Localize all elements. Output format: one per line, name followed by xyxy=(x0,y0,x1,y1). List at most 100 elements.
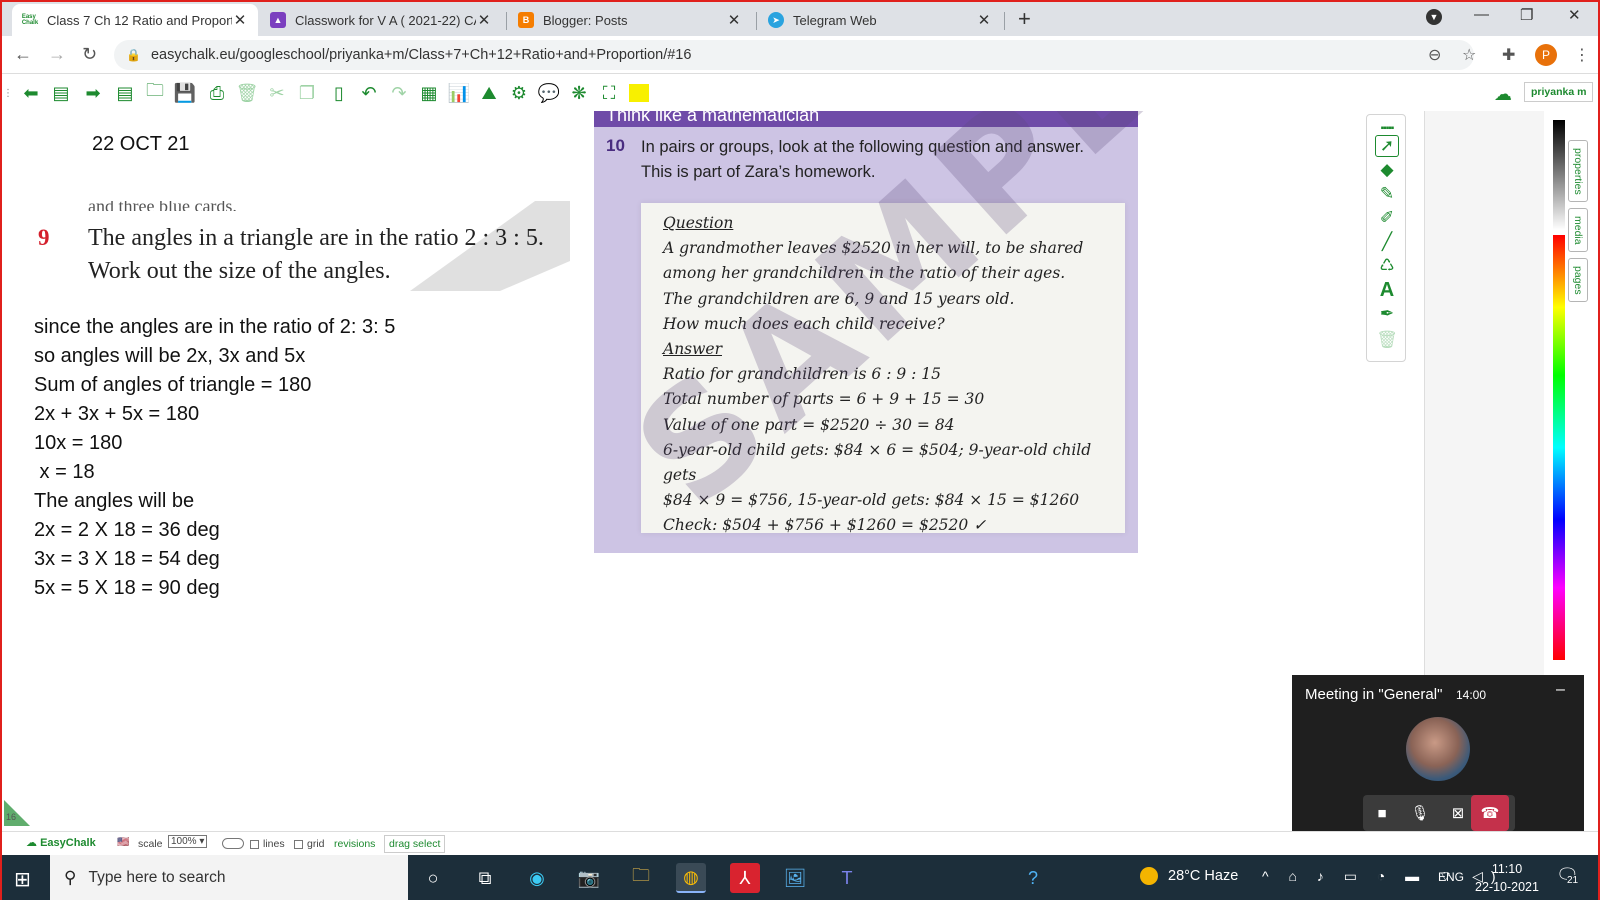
edge-icon[interactable]: ◉ xyxy=(522,863,552,893)
address-bar[interactable]: 🔒 easychalk.eu/googleschool/priyanka+m/C… xyxy=(114,40,1474,70)
geometry-icon[interactable]: ⛰ xyxy=(478,82,500,104)
profile-avatar[interactable]: P xyxy=(1535,44,1557,66)
pen-icon[interactable]: ✎ xyxy=(1375,183,1399,205)
notification-icon[interactable]: 🗨21 xyxy=(1556,865,1579,886)
tab-telegram[interactable]: ➤ Telegram Web ✕ xyxy=(758,4,1002,36)
shapes-icon[interactable]: ♺ xyxy=(1375,255,1399,277)
sticky-note-icon[interactable] xyxy=(628,82,650,104)
grid-checkbox[interactable]: grid xyxy=(294,838,325,850)
presentation-icon[interactable]: ⛶ xyxy=(598,82,620,104)
cloud-save-icon[interactable]: ☁ xyxy=(1494,84,1512,105)
menu-icon[interactable]: ⋮ xyxy=(1574,45,1590,65)
previous-page-icon[interactable]: ⬅ xyxy=(20,82,42,104)
media-tab[interactable]: media xyxy=(1568,208,1588,252)
notification-count: 21 xyxy=(1567,875,1579,886)
solution-line: The angles will be xyxy=(34,490,195,512)
save-icon[interactable]: 💾 xyxy=(174,82,196,104)
tab-separator xyxy=(756,12,757,30)
text-pen-icon[interactable]: ✒ xyxy=(1375,303,1399,325)
taskbar-search[interactable]: ⚲ Type here to search xyxy=(50,855,408,900)
page-icon[interactable]: ▤ xyxy=(50,82,72,104)
microphone-icon[interactable]: 🎙 xyxy=(1401,795,1439,831)
print-icon[interactable]: ⎙ xyxy=(206,82,228,104)
redo-icon[interactable]: ↷ xyxy=(388,82,410,104)
language-indicator[interactable]: ENG xyxy=(1438,870,1464,884)
system-tray[interactable]: ^ ⌂ ♪ ▭ ◔ ▬ ⌔ ◁) xyxy=(1262,868,1504,886)
properties-tab[interactable]: properties xyxy=(1568,140,1588,202)
color-palette[interactable] xyxy=(1553,120,1565,665)
whiteboard-canvas[interactable]: 22 OCT 21 and three blue cards. 9 The an… xyxy=(2,111,1422,831)
delete-icon[interactable]: 🗑 xyxy=(236,82,259,104)
extensions-icon[interactable]: ✚ xyxy=(1502,45,1515,65)
next-page-icon[interactable]: ➡ xyxy=(82,82,104,104)
table-icon[interactable]: ▦ xyxy=(418,82,440,104)
lines-checkbox[interactable]: lines xyxy=(250,838,285,850)
shapes-icon[interactable]: ⚙ xyxy=(508,82,530,104)
comment-icon[interactable]: 💬 xyxy=(538,82,560,104)
open-folder-icon[interactable]: 🗀 xyxy=(144,80,166,104)
text-icon[interactable]: A xyxy=(1375,279,1399,301)
line-icon[interactable]: ╱ xyxy=(1375,231,1399,253)
close-icon[interactable]: ✕ xyxy=(476,11,492,29)
eraser-icon[interactable]: ◆ xyxy=(1375,159,1399,181)
minimize-icon[interactable]: – xyxy=(1556,681,1565,699)
cut-icon[interactable]: ✂ xyxy=(266,82,288,104)
task-view-icon[interactable]: ⧉ xyxy=(470,863,500,893)
scale-select[interactable]: 100% ▾ xyxy=(168,835,208,848)
toggle-switch[interactable] xyxy=(222,838,244,849)
question-number: 10 xyxy=(606,136,625,155)
revisions-link[interactable]: revisions xyxy=(334,838,375,850)
solution-line: so angles will be 2x, 3x and 5x xyxy=(34,345,306,367)
user-name[interactable]: priyanka m xyxy=(1524,82,1594,102)
tab-classwork[interactable]: ▲ Classwork for V A ( 2021-22) CAN ✕ xyxy=(260,4,502,36)
hang-up-button[interactable]: ☎ xyxy=(1471,795,1509,831)
highlighter-icon[interactable]: ✐ xyxy=(1375,207,1399,229)
teams-meeting-window[interactable]: Meeting in "General" 14:00 – ■ 🎙 ⊠ ☎ xyxy=(1292,675,1584,842)
reload-icon[interactable]: ↻ xyxy=(82,44,97,65)
teams-icon[interactable]: T xyxy=(832,863,862,893)
right-panel xyxy=(1424,111,1544,676)
close-window-icon[interactable]: ✕ xyxy=(1568,6,1581,24)
telegram-icon: ➤ xyxy=(768,12,784,28)
new-tab-button[interactable]: + xyxy=(1018,6,1031,32)
new-icon[interactable]: ▤ xyxy=(114,82,136,104)
bookmark-star-icon[interactable]: ☆ xyxy=(1462,45,1476,65)
easychalk-status-bar: ☁ EasyChalk 🇺🇸 scale 100% ▾ lines grid r… xyxy=(2,831,1598,855)
haze-icon xyxy=(1140,867,1158,885)
camera-icon[interactable]: ■ xyxy=(1363,795,1401,831)
acrobat-icon[interactable]: ⅄ xyxy=(730,863,760,893)
file-explorer-icon[interactable]: 🗀 xyxy=(626,863,656,893)
tab-blogger[interactable]: B Blogger: Posts ✕ xyxy=(508,4,752,36)
camera-app-icon[interactable]: 📷 xyxy=(574,863,604,893)
tab-easychalk[interactable]: Easy Chalk Class 7 Ch 12 Ratio and Propor… xyxy=(12,4,258,36)
close-icon[interactable]: ✕ xyxy=(232,11,248,29)
paste-icon[interactable]: ▯ xyxy=(328,82,350,104)
windows-start-icon[interactable]: ⊞ xyxy=(14,867,31,892)
select-pointer-icon[interactable]: ➚ xyxy=(1375,135,1399,157)
solution-line: 5x = 5 X 18 = 90 deg xyxy=(34,577,220,599)
restore-icon[interactable]: ❐ xyxy=(1520,6,1533,24)
forward-icon[interactable]: → xyxy=(48,44,66,65)
zoom-icon[interactable]: ⊖ xyxy=(1428,45,1441,65)
cut-off-text: and three blue cards. xyxy=(88,201,237,211)
weather-widget[interactable]: 28°C Haze xyxy=(1140,867,1238,885)
pages-tab[interactable]: pages xyxy=(1568,258,1588,302)
drag-select-button[interactable]: drag select xyxy=(384,835,446,853)
clock[interactable]: 11:10 22-10-2021 xyxy=(1472,860,1542,896)
cortana-icon[interactable]: ○ xyxy=(418,863,448,893)
close-icon[interactable]: ✕ xyxy=(976,11,992,29)
minimize-icon[interactable]: — xyxy=(1474,6,1489,23)
tab-separator xyxy=(1004,12,1005,30)
tab-search-icon[interactable]: ▼ xyxy=(1426,9,1442,25)
photos-icon[interactable]: 🖼 xyxy=(780,863,810,893)
close-icon[interactable]: ✕ xyxy=(726,11,742,29)
chart-icon[interactable]: 📊 xyxy=(448,82,470,104)
back-icon[interactable]: ← xyxy=(14,44,32,65)
copy-icon[interactable]: ❐ xyxy=(296,82,318,104)
chrome-icon[interactable]: ◍ xyxy=(676,863,706,893)
help-icon[interactable]: ? xyxy=(1018,863,1048,893)
molecule-icon[interactable]: ❋ xyxy=(568,82,590,104)
trash-icon[interactable]: 🗑 xyxy=(1375,329,1399,351)
undo-icon[interactable]: ↶ xyxy=(358,82,380,104)
flag-icon[interactable]: 🇺🇸 xyxy=(117,837,129,848)
